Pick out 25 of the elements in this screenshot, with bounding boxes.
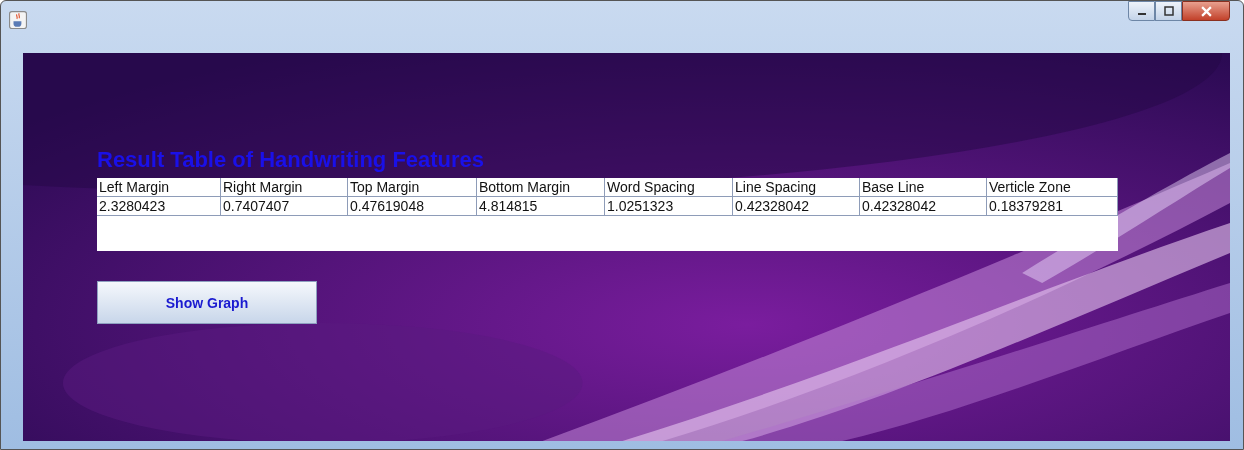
column-header: Top Margin: [348, 178, 477, 197]
table-cell: 1.0251323: [605, 197, 733, 216]
table-cell: 0.47619048: [348, 197, 477, 216]
column-header: Word Spacing: [605, 178, 733, 197]
table-cell: 2.3280423: [97, 197, 221, 216]
table-cell: 0.7407407: [221, 197, 348, 216]
column-header: Line Spacing: [733, 178, 860, 197]
column-header: Bottom Margin: [477, 178, 605, 197]
table-cell: 4.814815: [477, 197, 605, 216]
maximize-button[interactable]: [1155, 1, 1182, 21]
column-header: Base Line: [860, 178, 987, 197]
close-button[interactable]: [1182, 1, 1230, 21]
column-header: Right Margin: [221, 178, 348, 197]
minimize-button[interactable]: [1128, 1, 1155, 21]
heading: Result Table of Handwriting Features: [97, 147, 486, 173]
table-cell: 0.18379281: [987, 197, 1118, 216]
column-header: Left Margin: [97, 178, 221, 197]
table-cell: 0.42328042: [733, 197, 860, 216]
coffee-cup-icon: [9, 11, 27, 29]
column-header: Verticle Zone: [987, 178, 1118, 197]
table-cell: 0.42328042: [860, 197, 987, 216]
close-icon: [1200, 5, 1212, 17]
minimize-icon: [1137, 13, 1146, 15]
maximize-icon: [1163, 6, 1174, 16]
show-graph-button[interactable]: Show Graph: [97, 281, 317, 324]
